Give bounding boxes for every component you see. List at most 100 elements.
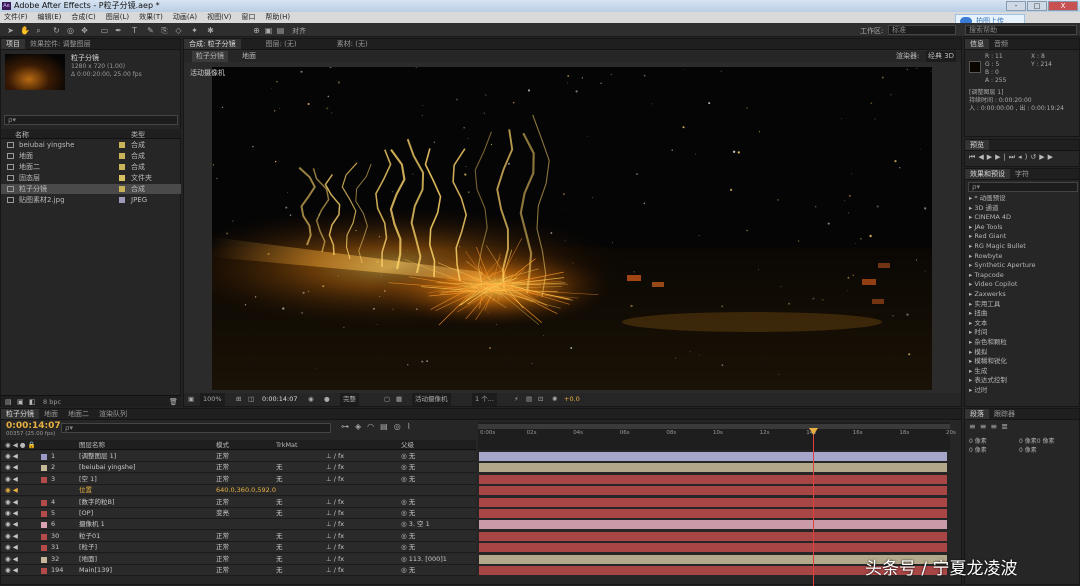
- effect-category[interactable]: ▸ 杂色和颗粒: [965, 338, 1079, 348]
- effect-category[interactable]: ▸ 文本: [965, 319, 1079, 329]
- tab-timeline-ground2[interactable]: 地面二: [63, 409, 94, 419]
- layer-mode[interactable]: 正常: [216, 565, 229, 576]
- layer-duration-bar[interactable]: [479, 486, 947, 495]
- view-select[interactable]: 活动摄像机: [412, 393, 451, 406]
- last-frame-icon[interactable]: ⏭: [1009, 153, 1018, 161]
- align-right-icon[interactable]: ≡: [990, 422, 1001, 431]
- camera-tool-icon[interactable]: ◎: [66, 26, 75, 35]
- col-name[interactable]: 名称: [15, 130, 29, 140]
- layer-label-color[interactable]: [41, 534, 47, 540]
- current-time[interactable]: 0:00:14:07: [262, 393, 298, 406]
- layer-switches[interactable]: ⊥ / fx: [326, 474, 344, 485]
- timeline-layer-row[interactable]: ◉ ◀位置640.0,360.0,592.0: [1, 485, 476, 496]
- menu-help[interactable]: 帮助(H): [265, 12, 290, 23]
- layer-parent[interactable]: ◎ 3. 空 1: [401, 519, 430, 530]
- layer-switches[interactable]: ⊥ / fx: [326, 508, 344, 519]
- indent-left-field[interactable]: 0 像素: [969, 437, 1019, 446]
- layer-name[interactable]: [粒子]: [79, 542, 97, 553]
- layer-switches[interactable]: ⊥ / fx: [326, 565, 344, 576]
- item-label-color[interactable]: [119, 142, 125, 148]
- menu-view[interactable]: 视图(V): [207, 12, 231, 23]
- zoom-select[interactable]: 100%: [200, 393, 225, 406]
- effect-category[interactable]: ▸ 模拟: [965, 348, 1079, 358]
- layer-name[interactable]: 粒子01: [79, 531, 100, 542]
- tab-timeline-ground[interactable]: 地面: [39, 409, 63, 419]
- col-trkmat[interactable]: TrkMat: [276, 440, 298, 450]
- layer-parent[interactable]: ◎ 无: [401, 497, 415, 508]
- item-label-color[interactable]: [119, 186, 125, 192]
- col-layer-name[interactable]: 图层名称: [79, 440, 105, 450]
- item-label-color[interactable]: [119, 164, 125, 170]
- motion-blur-icon[interactable]: ◎: [394, 422, 407, 431]
- first-frame-icon[interactable]: ⏮: [969, 153, 978, 161]
- space-before-field[interactable]: 0 像素: [969, 446, 1019, 455]
- layer-label-color[interactable]: [41, 465, 47, 471]
- timeline-layer-row[interactable]: ◉ ◀32[地面]正常无⊥ / fx◎ 113. [000]1: [1, 554, 476, 565]
- layer-mode[interactable]: 640.0,360.0,592.0: [216, 485, 276, 496]
- layer-name[interactable]: [空 1]: [79, 474, 97, 485]
- comp-mini-flowchart-icon[interactable]: ⊶: [341, 422, 355, 431]
- justify-icon[interactable]: ≣: [1001, 422, 1012, 431]
- layer-visibility-icon[interactable]: ◉ ◀: [5, 451, 18, 462]
- layer-parent[interactable]: ◎ 无: [401, 531, 415, 542]
- resolution-select[interactable]: 完整: [340, 393, 359, 406]
- tab-preview[interactable]: 预览: [965, 140, 989, 150]
- layer-name[interactable]: [数字的粒B]: [79, 497, 115, 508]
- align-center-icon[interactable]: ≡: [980, 422, 991, 431]
- project-item[interactable]: 贴图素材2.jpgJPEG: [1, 195, 181, 205]
- item-label-color[interactable]: [119, 175, 125, 181]
- layer-duration-bar[interactable]: [479, 543, 947, 552]
- interpret-icon[interactable]: ▤: [5, 398, 12, 406]
- layer-duration-bar[interactable]: [479, 509, 947, 518]
- exposure-value[interactable]: +0.0: [564, 393, 580, 406]
- play-icon[interactable]: ▶: [987, 153, 995, 161]
- layer-name[interactable]: [调整图层 1]: [79, 451, 116, 462]
- tab-effect-controls[interactable]: 效果控件: 调整图层: [25, 39, 96, 49]
- timeline-layer-row[interactable]: ◉ ◀5[OP]变亮无⊥ / fx◎ 无: [1, 508, 476, 519]
- prev-frame-icon[interactable]: ◀: [978, 153, 986, 161]
- project-item[interactable]: 地面合成: [1, 151, 181, 161]
- always-preview-icon[interactable]: ▣: [188, 393, 194, 406]
- fast-preview-icon[interactable]: ⚡: [514, 393, 519, 406]
- effect-category[interactable]: ▸ * 动画预设: [965, 194, 1079, 204]
- layer-parent[interactable]: ◎ 无: [401, 565, 415, 576]
- trash-icon[interactable]: 🗑: [169, 398, 178, 406]
- item-label-color[interactable]: [119, 153, 125, 159]
- layer-label-color[interactable]: [41, 477, 47, 483]
- text-tool-icon[interactable]: T: [130, 26, 139, 35]
- layer-parent[interactable]: ◎ 无: [401, 451, 415, 462]
- timeline-layer-row[interactable]: ◉ ◀194Main[139]正常无⊥ / fx◎ 无: [1, 565, 476, 576]
- mask-tool-icon[interactable]: ▭: [100, 26, 109, 35]
- layer-duration-bar[interactable]: [479, 452, 947, 461]
- tab-timeline-particles[interactable]: 粒子分镜: [1, 409, 39, 419]
- layer-mode[interactable]: 正常: [216, 474, 229, 485]
- project-item[interactable]: beiubai yingshe合成: [1, 140, 181, 150]
- exposure-icon[interactable]: ✺: [552, 393, 557, 406]
- tab-character[interactable]: 字符: [1010, 169, 1034, 179]
- effects-search-input[interactable]: ρ▾: [968, 182, 1078, 192]
- effect-category[interactable]: ▸ 表达式控制: [965, 376, 1079, 386]
- tab-paragraph[interactable]: 段落: [965, 409, 989, 419]
- effect-category[interactable]: ▸ 实用工具: [965, 300, 1079, 310]
- work-area-bar[interactable]: [478, 424, 950, 429]
- layer-label-color[interactable]: [41, 500, 47, 506]
- timeline-layer-row[interactable]: ◉ ◀6摄像机 1⊥ / fx◎ 3. 空 1: [1, 519, 476, 530]
- layer-mode[interactable]: 正常: [216, 531, 229, 542]
- layer-visibility-icon[interactable]: ◉ ◀: [5, 508, 18, 519]
- subtab-particles[interactable]: 粒子分镜: [192, 51, 228, 62]
- layer-parent[interactable]: ◎ 无: [401, 508, 415, 519]
- layer-switches[interactable]: ⊥ / fx: [326, 542, 344, 553]
- effect-category[interactable]: ▸ 模糊和锐化: [965, 357, 1079, 367]
- pan-tool-icon[interactable]: ✥: [80, 26, 89, 35]
- layer-parent[interactable]: ◎ 113. [000]1: [401, 554, 447, 565]
- layer-parent[interactable]: ◎ 无: [401, 462, 415, 473]
- effect-category[interactable]: ▸ Synthetic Aperture: [965, 261, 1079, 271]
- layer-switches[interactable]: ⊥ / fx: [326, 554, 344, 565]
- help-search-input[interactable]: 搜索帮助: [965, 25, 1077, 35]
- timeline-timecode[interactable]: 0:00:14:07: [6, 421, 61, 431]
- project-item[interactable]: 地面二合成: [1, 162, 181, 172]
- timeline-layer-row[interactable]: ◉ ◀31[粒子]正常无⊥ / fx◎ 无: [1, 542, 476, 553]
- menu-animation[interactable]: 动画(A): [173, 12, 197, 23]
- effect-category[interactable]: ▸ 过时: [965, 386, 1079, 396]
- axis-icon[interactable]: ⊕: [252, 26, 261, 35]
